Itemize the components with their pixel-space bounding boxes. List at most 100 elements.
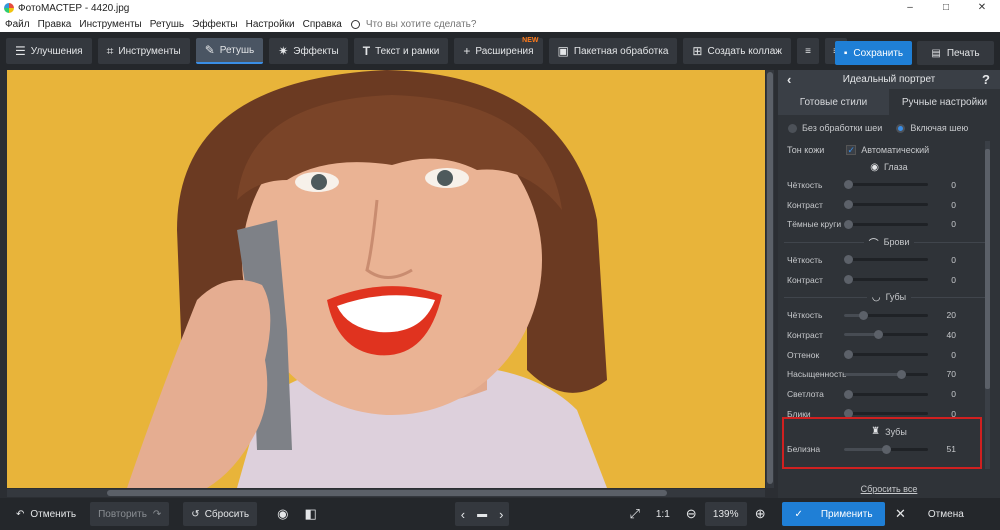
window-controls: – □ ✕	[892, 0, 1000, 16]
slider-row: Чёткость 0	[778, 250, 1000, 270]
redo-button[interactable]: Повторить ↷	[90, 502, 170, 526]
slider-track[interactable]	[844, 219, 928, 229]
tab-ready-styles[interactable]: Готовые стили	[778, 89, 889, 115]
slider-handle[interactable]	[844, 389, 853, 399]
slider-row: Светлота 0	[778, 384, 1000, 404]
tab-retouch[interactable]: ✎ Ретушь	[195, 38, 264, 64]
slider-handle[interactable]	[844, 255, 853, 265]
search-input[interactable]	[365, 18, 506, 30]
slider-handle[interactable]	[859, 310, 868, 320]
menu-tools[interactable]: Инструменты	[76, 19, 144, 30]
reset-button[interactable]: ↺ Сбросить	[183, 502, 258, 526]
eye-icon: ◉	[870, 161, 880, 173]
file-nav: ‹ ▬ ›	[454, 502, 510, 526]
print-button[interactable]: ▤ Печать	[917, 41, 994, 65]
auto-tone-checkbox[interactable]: ✓	[846, 145, 857, 155]
slider-track[interactable]	[844, 350, 928, 360]
scroll-thumb[interactable]	[767, 72, 773, 484]
title-bar: ФотоМАСТЕР - 4420.jpg – □ ✕	[0, 0, 1000, 16]
fit-screen-button[interactable]: ⤢	[621, 502, 647, 526]
actual-size-button[interactable]: 1:1	[648, 502, 678, 526]
close-button[interactable]: ✕	[964, 0, 1000, 16]
zoom-in-button[interactable]: ⊕	[747, 502, 774, 526]
slider-track[interactable]	[844, 180, 928, 190]
tab-label: Ретушь	[219, 44, 255, 56]
slider-track[interactable]	[844, 369, 928, 379]
slider-track[interactable]	[844, 255, 928, 265]
tab-effects[interactable]: ✷ Эффекты	[269, 38, 348, 64]
slider-track[interactable]	[844, 200, 928, 210]
print-label: Печать	[946, 47, 980, 59]
minus-circle-icon: ⊖	[685, 506, 697, 521]
slider-track[interactable]	[844, 389, 928, 399]
save-button[interactable]: ▪ Сохранить	[835, 41, 912, 65]
slider-row: Контраст 0	[778, 270, 1000, 290]
radio-no-neck[interactable]: Без обработки шеи	[788, 123, 882, 133]
tab-batch[interactable]: ▣ Пакетная обработка	[548, 38, 678, 64]
slider-fill	[844, 372, 903, 376]
slider-value: 70	[946, 369, 956, 380]
preview-toggle[interactable]: ◉	[269, 502, 296, 526]
panel-scrollbar[interactable]	[985, 141, 990, 469]
menu-retouch[interactable]: Ретушь	[147, 19, 187, 30]
collage-icon: ⊞	[692, 44, 703, 58]
slider-label: Светлота	[787, 389, 824, 400]
tab-collage[interactable]: ⊞ Создать коллаж	[683, 38, 791, 64]
fit-screen-icon: ⤢	[629, 506, 640, 521]
canvas-horizontal-scrollbar[interactable]	[7, 489, 765, 497]
canvas-vertical-scrollbar[interactable]	[766, 70, 774, 488]
zoom-level[interactable]: 139%	[704, 502, 747, 526]
tab-text-frames[interactable]: T Текст и рамки	[353, 38, 449, 64]
panel-tabs: Готовые стили Ручные настройки	[778, 89, 1000, 115]
tab-tools[interactable]: ⌗ Инструменты	[97, 38, 190, 64]
slider-handle[interactable]	[844, 350, 853, 360]
slider-handle[interactable]	[874, 330, 883, 340]
redo-icon: ↷	[152, 508, 162, 520]
presets-add-button[interactable]: ≡	[797, 38, 819, 64]
tab-manual-settings[interactable]: Ручные настройки	[889, 89, 1000, 115]
slider-handle[interactable]	[844, 219, 853, 229]
compare-toggle[interactable]: ◧	[296, 502, 324, 526]
slider-track[interactable]	[844, 275, 928, 285]
menu-settings[interactable]: Настройки	[243, 19, 298, 30]
menu-search	[350, 18, 506, 30]
tab-label: Текст и рамки	[375, 45, 440, 57]
slider-value: 20	[946, 310, 956, 321]
help-icon[interactable]: ?	[982, 72, 990, 87]
slider-track[interactable]	[844, 330, 928, 340]
apply-button[interactable]: ✓ Применить	[782, 502, 885, 526]
slider-track[interactable]	[844, 409, 928, 419]
slider-handle[interactable]	[844, 275, 853, 285]
scroll-thumb[interactable]	[107, 490, 667, 496]
tab-label: Эффекты	[293, 45, 339, 57]
cancel-button[interactable]: ✕ Отмена	[895, 506, 964, 522]
maximize-button[interactable]: □	[928, 0, 964, 16]
menu-file[interactable]: Файл	[2, 19, 33, 30]
close-icon: ✕	[895, 506, 906, 521]
section-eyes: ◉ Глаза	[778, 159, 1000, 175]
search-icon	[350, 19, 360, 29]
panel-actions: ✓ Применить ✕ Отмена	[778, 498, 1000, 530]
slider-handle[interactable]	[844, 180, 853, 190]
undo-button[interactable]: ↶ Отменить	[8, 502, 84, 526]
menu-effects[interactable]: Эффекты	[189, 19, 240, 30]
menu-edit[interactable]: Правка	[35, 19, 75, 30]
radio-with-neck[interactable]: Включая шею	[896, 123, 968, 133]
prev-file-button[interactable]: ‹	[461, 507, 465, 522]
tab-extensions[interactable]: + Расширения NEW	[454, 37, 543, 64]
sparkle-icon: ✷	[278, 44, 289, 58]
scroll-thumb[interactable]	[985, 149, 990, 389]
minimize-button[interactable]: –	[892, 0, 928, 16]
tab-enhance[interactable]: ☰ Улучшения	[6, 38, 92, 64]
slider-row: Чёткость 0	[778, 175, 1000, 195]
photo-canvas[interactable]	[7, 70, 765, 488]
slider-track[interactable]	[844, 310, 928, 320]
reset-all-link[interactable]: Сбросить все	[778, 484, 1000, 494]
slider-handle[interactable]	[844, 200, 853, 210]
folder-icon[interactable]: ▬	[477, 509, 487, 520]
menu-help[interactable]: Справка	[300, 19, 345, 30]
zoom-out-button[interactable]: ⊖	[678, 502, 705, 526]
slider-handle[interactable]	[896, 369, 906, 379]
next-file-button[interactable]: ›	[499, 507, 503, 522]
slider-fill	[844, 333, 878, 337]
